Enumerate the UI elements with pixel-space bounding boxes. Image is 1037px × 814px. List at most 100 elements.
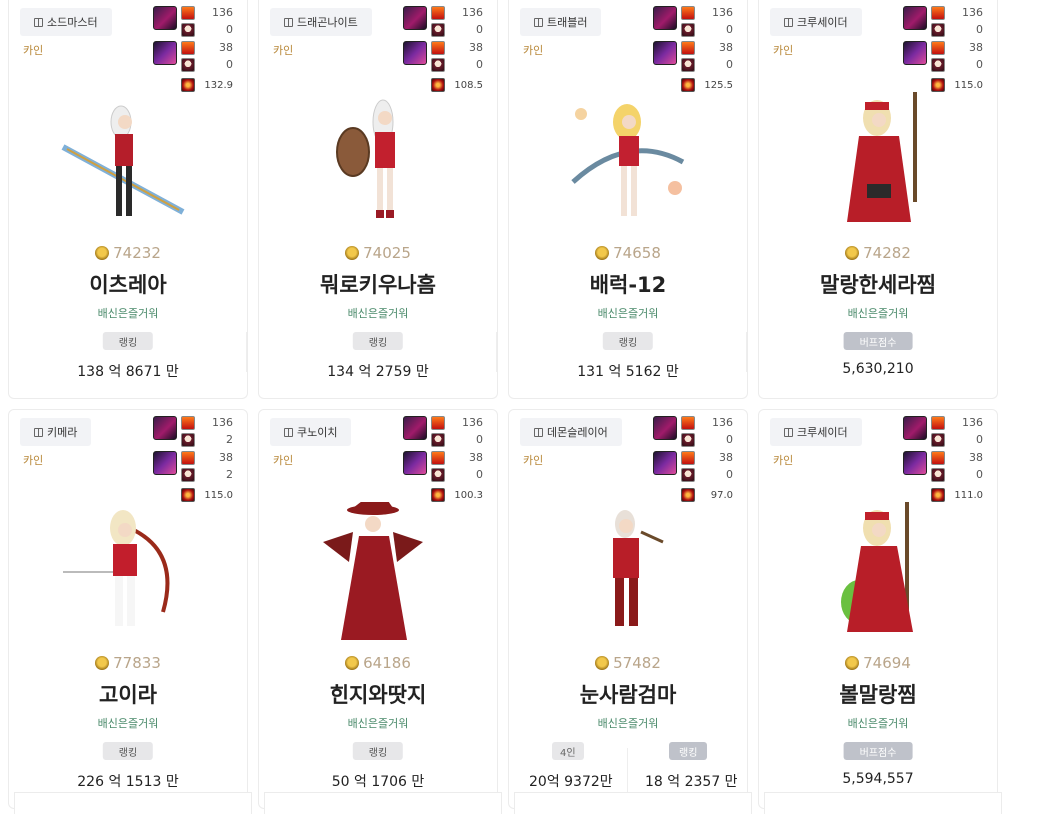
character-name[interactable]: 볼말랑찜 (759, 679, 997, 709)
epic-portrait-icon (153, 41, 177, 65)
equip-value: 38 (969, 41, 983, 54)
epic-portrait-icon (403, 416, 427, 440)
epic-portrait-icon (903, 41, 927, 65)
book-icon (534, 427, 543, 437)
equip-value: 0 (976, 23, 983, 36)
character-card[interactable]: 쿠노이치 카인 136 0 38 0 100.3 64186 힌지와땃지 배신은즐거… (258, 409, 498, 809)
damage-amount: 134 억 2759 만 (327, 364, 429, 380)
class-badge: 데몬슬레이어 (520, 418, 622, 446)
creature-icon (931, 468, 945, 482)
equip-value: 136 (462, 416, 483, 429)
character-name[interactable]: 말랑한세라찜 (759, 269, 997, 299)
equip-value: 0 (476, 468, 483, 481)
item-icon (681, 6, 695, 20)
creature-icon (931, 433, 945, 447)
party-damage-amount: 20억 9372만 (529, 774, 613, 790)
character-name[interactable]: 고이라 (9, 679, 247, 709)
aura-icon (931, 488, 945, 502)
equip-value: 0 (476, 23, 483, 36)
power-score: 57482 (509, 654, 747, 672)
class-badge: 크루세이더 (770, 8, 862, 36)
character-name[interactable]: 힌지와땃지 (259, 679, 497, 709)
server-label: 카인 (273, 454, 294, 467)
character-card[interactable]: 크루세이더 카인 136 0 38 0 115.0 74282 말랑한세라찜 배신은… (758, 0, 998, 399)
character-card[interactable]: 키메라 카인 136 2 38 2 115.0 77833 고이라 배신은즐거워 랭… (8, 409, 248, 809)
character-card[interactable]: 크루세이더 카인 136 0 38 0 111.0 74694 볼말랑찜 배신은즐거… (758, 409, 998, 809)
equip-value: 0 (976, 433, 983, 446)
epic-portrait-icon (153, 416, 177, 440)
equip-value: 136 (212, 6, 233, 19)
creature-icon (181, 433, 195, 447)
epic-portrait-icon (653, 41, 677, 65)
character-name[interactable]: 눈사람검마 (509, 679, 747, 709)
character-card[interactable]: 트래블러 카인 136 0 38 0 125.5 74658 배럭-12 배신은즐거… (508, 0, 748, 399)
character-name[interactable]: 뭐로키우나흠 (259, 269, 497, 299)
class-badge: 크루세이더 (770, 418, 862, 446)
next-row-card-edge (764, 792, 1002, 814)
character-sprite (63, 510, 170, 626)
equip-value: 2 (226, 468, 233, 481)
book-icon (284, 427, 293, 437)
aura-icon (181, 488, 195, 502)
equip-value: 0 (976, 58, 983, 71)
character-sprite (323, 502, 423, 640)
class-label: 소드마스터 (47, 16, 98, 29)
equipment-panel: 136 0 38 0 100.3 (403, 414, 483, 502)
guild-name: 배신은즐거워 (97, 717, 159, 730)
creature-icon (181, 58, 195, 72)
aura-icon (681, 488, 695, 502)
class-badge: 키메라 (20, 418, 92, 446)
guild-name: 배신은즐거워 (97, 307, 159, 320)
guild-name: 배신은즐거워 (597, 717, 659, 730)
guild-name: 배신은즐거워 (347, 717, 409, 730)
server-label: 카인 (523, 454, 544, 467)
power-score: 74694 (759, 654, 997, 672)
item-icon (931, 451, 945, 465)
equipment-panel: 136 0 38 0 108.5 (403, 4, 483, 92)
character-name[interactable]: 배럭-12 (509, 269, 747, 299)
character-sprite (841, 502, 913, 632)
epic-portrait-icon (403, 6, 427, 30)
guild-name: 배신은즐거워 (847, 717, 909, 730)
equipment-panel: 136 2 38 2 115.0 (153, 414, 233, 502)
epic-portrait-icon (153, 6, 177, 30)
item-icon (181, 451, 195, 465)
item-icon (931, 41, 945, 55)
epic-portrait-icon (903, 451, 927, 475)
creature-icon (431, 23, 445, 37)
server-label: 카인 (23, 454, 44, 467)
medal-icon (345, 656, 360, 670)
equip-value: 136 (212, 416, 233, 429)
aura-icon (681, 78, 695, 92)
score-value: 115.0 (204, 490, 233, 501)
aura-icon (181, 78, 195, 92)
class-label: 쿠노이치 (297, 426, 338, 439)
medal-icon (345, 246, 360, 260)
equip-value: 0 (226, 23, 233, 36)
creature-icon (931, 58, 945, 72)
ranking-tag: 랭킹 (602, 332, 654, 350)
equip-value: 0 (726, 23, 733, 36)
item-icon (431, 6, 445, 20)
damage-amount: 131 억 5162 만 (577, 364, 679, 380)
character-card[interactable]: 소드마스터 카인 136 0 38 0 132.9 74232 이츠레아 배신은즐거… (8, 0, 248, 399)
character-card[interactable]: 드래곤나이트 카인 136 0 38 0 108.5 74025 뭐로키우나흠 배신… (258, 0, 498, 399)
equip-value: 38 (719, 41, 733, 54)
equipment-panel: 136 0 38 0 132.9 (153, 4, 233, 92)
character-sprite (847, 92, 917, 222)
equip-value: 38 (219, 41, 233, 54)
character-card[interactable]: 데몬슬레이어 카인 136 0 38 0 97.0 57482 눈사람검마 배신은즐… (508, 409, 748, 809)
power-score: 77833 (9, 654, 247, 672)
medal-icon (845, 656, 860, 670)
equip-value: 136 (962, 6, 983, 19)
guild-name: 배신은즐거워 (847, 307, 909, 320)
character-name[interactable]: 이츠레아 (9, 269, 247, 299)
equipment-panel: 136 0 38 0 111.0 (903, 414, 983, 502)
creature-icon (681, 433, 695, 447)
server-label: 카인 (23, 44, 44, 57)
ranking-tag: 랭킹 (102, 742, 154, 760)
epic-portrait-icon (653, 451, 677, 475)
character-sprite (571, 104, 685, 216)
next-row-card-edge (514, 792, 752, 814)
damage-amount: 226 억 1513 만 (77, 774, 179, 790)
